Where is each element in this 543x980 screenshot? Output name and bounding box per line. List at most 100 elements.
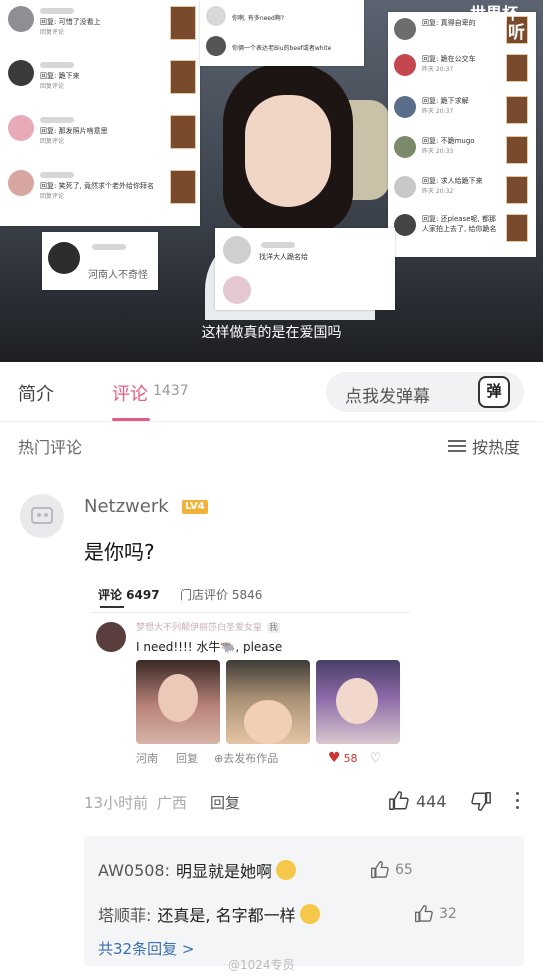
collage-left: 回复: 可惜了没看上 回复评论 回复: 跪下来 回复评论 回复: 那发照片啥意思…: [0, 0, 200, 226]
comment-location: 广西: [156, 794, 187, 812]
dislike-button[interactable]: [470, 790, 492, 816]
collage-row: 回复: 那发照片啥意思 回复评论: [8, 115, 108, 145]
collage-text: 你俩一个表达老Biu的beef或者white: [232, 45, 332, 52]
collage-text: 回复: 不跪mugo: [422, 137, 475, 145]
like-count: 444: [416, 791, 447, 811]
collage-avatar: [206, 36, 226, 56]
collage-thumb: [170, 60, 196, 94]
collage-thumb: [170, 115, 196, 149]
reply-item[interactable]: AW0508: 明显就是她啊: [98, 858, 297, 882]
blurred-name: [40, 172, 74, 178]
collage-avatar: [394, 54, 416, 76]
blurred-name: [261, 242, 295, 248]
photo-face: [244, 700, 292, 744]
collage-thumb: [506, 136, 528, 164]
replies-box: AW0508: 明显就是她啊 65 塔顺菲: 还真是, 名字都一样 32 共32…: [84, 836, 524, 966]
collage-avatar: [8, 60, 34, 86]
collage-meta: 回复评论: [40, 29, 65, 36]
reply-username[interactable]: 塔顺菲:: [98, 902, 151, 926]
embed-avatar: [96, 622, 126, 652]
embed-reply: 回复: [176, 752, 198, 765]
comment-time: 13小时前: [84, 794, 149, 812]
video-subtitle: 这样做真的是在爱国吗: [201, 325, 342, 341]
collage-text: 回复: 笑死了, 竟然求个老外给你拜名: [40, 182, 155, 190]
collage-meta: 回复评论: [40, 83, 65, 90]
collage-meta: 昨天 20:33: [422, 148, 454, 155]
embed-publish-label: 去发布作品: [223, 752, 279, 765]
avatar[interactable]: [20, 494, 64, 538]
embed-tab-indicator: [100, 606, 124, 608]
collage-meta: 昨天 20:37: [422, 66, 454, 73]
heart-icon: ♥: [328, 750, 341, 766]
blurred-name: [92, 244, 126, 250]
danmaku-toggle-icon[interactable]: 弹: [478, 376, 510, 408]
collage-row: 你啊, 有多need啊?: [206, 6, 284, 26]
reply-like-button[interactable]: 65: [370, 860, 413, 880]
collage-thumb: [170, 170, 196, 204]
collage-right: 回复: 真得自卑的 回复: 跪在公交车 昨天 20:37 回复: 跪下求解 昨天 2…: [388, 12, 536, 257]
reply-text: 还真是, 名字都一样: [157, 906, 296, 925]
person-face: [245, 95, 331, 207]
collage-avatar: [206, 6, 226, 26]
collage-row: 回复: 跪下来 回复评论: [8, 60, 80, 90]
collage-avatar: [8, 170, 34, 196]
view-all-replies-link[interactable]: 共32条回复 >: [98, 938, 194, 959]
collage-row: 回复: 真得自卑的: [394, 18, 476, 40]
active-tab-indicator: [112, 418, 150, 421]
reply-like-count: 65: [395, 862, 413, 878]
collage-thumb: [506, 214, 528, 242]
collage-bottom-center: 找洋大人跪名给: [215, 228, 395, 310]
tab-bar: 简介 评论 1437 点我发弹幕 弹: [0, 362, 543, 422]
comment-image[interactable]: 评论 6497 门店评价 5846 梦想大不列颠伊丽莎白圣爱女皇 我 I nee…: [84, 576, 422, 776]
tab-comments[interactable]: 评论: [112, 380, 148, 406]
collage-avatar: [394, 96, 416, 118]
embed-author-badge: 我: [266, 623, 280, 633]
reply-like-button[interactable]: 32: [414, 904, 457, 924]
collage-avatar: [394, 136, 416, 158]
embed-tab-reviews: 门店评价 5846: [180, 588, 263, 602]
watermark: @1024专员: [228, 958, 295, 972]
collage-row: 回复: 笑死了, 竟然求个老外给你拜名 回复评论: [8, 170, 163, 200]
video-player[interactable]: 回复: 可惜了没看上 回复评论 回复: 跪下来 回复评论 回复: 那发照片啥意思…: [0, 0, 543, 362]
hot-comments-title: 热门评论: [18, 438, 83, 457]
more-options-icon[interactable]: [516, 792, 520, 813]
embed-like-count: 58: [343, 751, 358, 765]
collage-row: 回复: 还please呢, 都那人家拍上去了, 给你跪名: [394, 214, 502, 236]
danmaku-input[interactable]: 点我发弹幕 弹: [326, 372, 524, 412]
comment-username[interactable]: Netzwerk: [84, 496, 169, 517]
tab-intro[interactable]: 简介: [18, 380, 54, 406]
embed-divider: [90, 612, 410, 613]
blurred-name: [40, 8, 74, 14]
sort-label: 按热度: [472, 438, 521, 457]
collage-row: 回复: 跪在公交车 昨天 20:37: [394, 54, 476, 76]
embed-tab-comments: 评论 6497: [98, 588, 160, 602]
reply-username[interactable]: AW0508:: [98, 861, 170, 880]
collage-meta: 昨天 20:32: [422, 188, 454, 195]
thumbs-up-icon: [415, 905, 433, 923]
sort-menu-icon: [448, 439, 466, 453]
laughing-emoji-icon: [299, 904, 320, 924]
collage-text: 回复: 跪在公交车: [422, 55, 476, 63]
collage-row: 你俩一个表达老Biu的beef或者white: [206, 36, 331, 56]
upload-icon: ⊕: [214, 752, 224, 765]
blurred-name: [40, 117, 74, 123]
embed-photo: [226, 660, 310, 744]
reply-item[interactable]: 塔顺菲: 还真是, 名字都一样: [98, 902, 320, 926]
collage-meta: 回复评论: [40, 138, 65, 145]
blurred-name: [40, 62, 74, 68]
collage-thumb: [506, 54, 528, 82]
collage-avatar: [223, 276, 251, 304]
sort-button[interactable]: 按热度: [448, 434, 520, 458]
embed-photo: [316, 660, 400, 744]
photo-face: [158, 674, 198, 722]
collage-bottom-left: 河南人不奇怪: [42, 232, 158, 290]
embed-publish: ⊕去发布作品: [214, 750, 278, 766]
reply-button[interactable]: 回复: [210, 792, 240, 813]
collage-text: 回复: 那发照片啥意思: [40, 127, 108, 135]
thumbs-up-icon: [371, 861, 389, 879]
reply-like-count: 32: [439, 906, 457, 922]
collage-text: 河南人不奇怪: [88, 270, 148, 281]
comment-text: 是你吗?: [84, 540, 155, 564]
like-button[interactable]: 444: [388, 790, 447, 812]
collage-avatar: [394, 18, 416, 40]
